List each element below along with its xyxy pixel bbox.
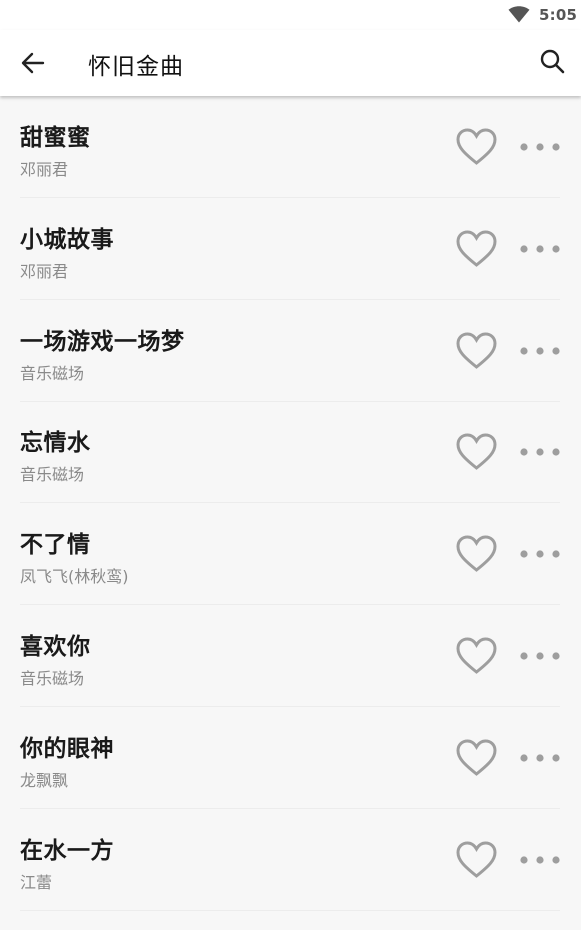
song-row[interactable]: 一场游戏一场梦 音乐磁场 — [0, 300, 581, 402]
song-list: 甜蜜蜜 邓丽君 小城故事 邓丽君 一场游戏一场梦 音乐磁场 忘情水 音乐磁场 不… — [0, 96, 581, 930]
more-horizontal-icon[interactable] — [518, 445, 562, 459]
song-title: 在水一方 — [20, 837, 114, 864]
heart-outline-icon[interactable] — [455, 840, 498, 880]
song-artist: 邓丽君 — [20, 261, 69, 281]
row-divider — [20, 909, 560, 911]
song-artist: 凤飞飞(林秋鸾) — [20, 567, 129, 587]
heart-outline-icon[interactable] — [455, 229, 498, 269]
heart-outline-icon[interactable] — [455, 534, 498, 574]
status-bar: 5:05 — [0, 0, 581, 30]
song-artist: 江蕾 — [20, 872, 53, 892]
song-title: 不了情 — [20, 532, 91, 559]
heart-outline-icon[interactable] — [455, 127, 498, 167]
more-horizontal-icon[interactable] — [518, 242, 562, 256]
search-icon[interactable] — [539, 48, 565, 74]
song-row[interactable]: 喜欢你 音乐磁场 — [0, 605, 581, 707]
status-time: 5:05 — [539, 6, 578, 24]
song-artist: 音乐磁场 — [20, 465, 85, 485]
app-bar: 怀旧金曲 — [0, 30, 581, 96]
song-artist: 音乐磁场 — [20, 363, 85, 383]
more-horizontal-icon[interactable] — [518, 547, 562, 561]
song-title: 小城故事 — [20, 226, 114, 253]
heart-outline-icon[interactable] — [455, 432, 498, 472]
song-row[interactable]: 忘情水 音乐磁场 — [0, 401, 581, 504]
heart-outline-icon[interactable] — [455, 331, 498, 371]
song-row[interactable]: 你的眼神 龙飘飘 — [0, 707, 581, 809]
more-horizontal-icon[interactable] — [518, 344, 562, 358]
song-row[interactable]: 甜蜜蜜 邓丽君 — [0, 96, 581, 198]
song-row[interactable]: 在水一方 江蕾 — [0, 809, 581, 911]
song-artist: 龙飘飘 — [20, 770, 69, 790]
heart-outline-icon[interactable] — [455, 738, 498, 778]
more-horizontal-icon[interactable] — [518, 751, 562, 765]
wifi-icon — [508, 6, 530, 23]
song-title: 甜蜜蜜 — [20, 125, 91, 151]
song-title: 喜欢你 — [20, 634, 91, 660]
more-horizontal-icon[interactable] — [518, 853, 562, 867]
page-title: 怀旧金曲 — [88, 54, 184, 80]
song-artist: 邓丽君 — [20, 160, 69, 179]
more-horizontal-icon[interactable] — [518, 140, 562, 154]
song-title: 忘情水 — [20, 430, 91, 457]
heart-outline-icon[interactable] — [455, 636, 498, 676]
song-title: 你的眼神 — [20, 735, 114, 762]
more-horizontal-icon[interactable] — [518, 649, 562, 663]
song-artist: 音乐磁场 — [20, 669, 85, 688]
song-row[interactable]: 不了情 凤飞飞(林秋鸾) — [0, 503, 581, 606]
song-row[interactable]: 小城故事 邓丽君 — [0, 198, 581, 300]
arrow-left-icon[interactable] — [20, 50, 46, 76]
song-title: 一场游戏一场梦 — [20, 328, 185, 355]
